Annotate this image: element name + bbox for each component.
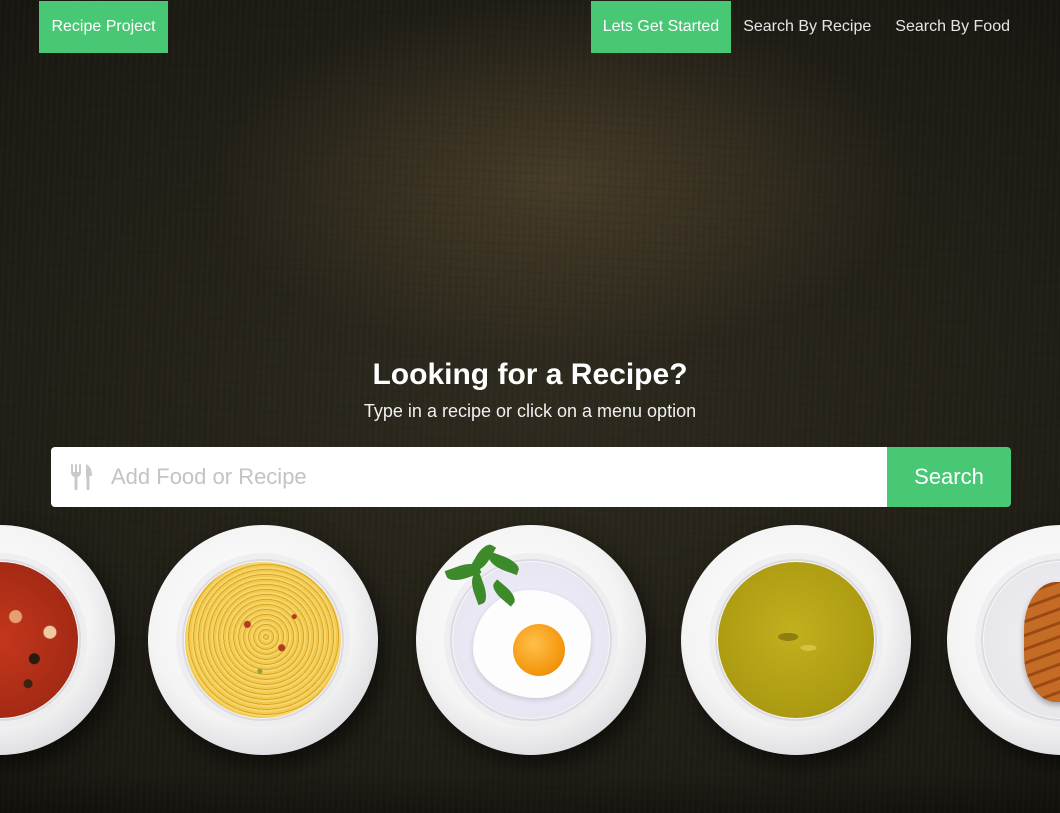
nav-item-lets-get-started[interactable]: Lets Get Started [590, 1, 732, 53]
search-button[interactable]: Search [887, 447, 1011, 507]
plate-tomato-soup [0, 525, 115, 755]
egg-yolk [513, 624, 565, 676]
search-input[interactable] [111, 448, 871, 506]
pea-soup-image [718, 562, 874, 718]
spaghetti-image [185, 562, 341, 718]
page: Recipe Project Lets Get Started Search B… [0, 0, 1060, 813]
page-title: Looking for a Recipe? [372, 358, 688, 391]
plate-pea-soup [681, 525, 911, 755]
bottom-shade [0, 773, 1060, 813]
croissant [1024, 582, 1060, 702]
page-subtitle: Type in a recipe or click on a menu opti… [363, 401, 697, 421]
search-bar: Search [51, 447, 1011, 507]
nav-item-search-by-food[interactable]: Search By Food [883, 1, 1022, 53]
croissant-image [984, 562, 1060, 718]
brand-link[interactable]: Recipe Project [39, 1, 168, 53]
nav-menu: Lets Get Started Search By Recipe Search… [590, 1, 1022, 53]
brand-label: Recipe Project [51, 18, 156, 35]
nav-item-label: Search By Food [895, 18, 1010, 35]
tomato-soup-image [0, 562, 78, 718]
plate-croissant [947, 525, 1060, 755]
plate-spaghetti [148, 525, 378, 755]
search-field-wrapper [51, 447, 887, 507]
nav-item-label: Search By Recipe [743, 18, 872, 35]
plate-fried-egg [416, 525, 646, 755]
nav-item-label: Lets Get Started [602, 18, 720, 35]
fork-knife-icon [51, 447, 111, 507]
nav-item-search-by-recipe[interactable]: Search By Recipe [731, 1, 883, 53]
